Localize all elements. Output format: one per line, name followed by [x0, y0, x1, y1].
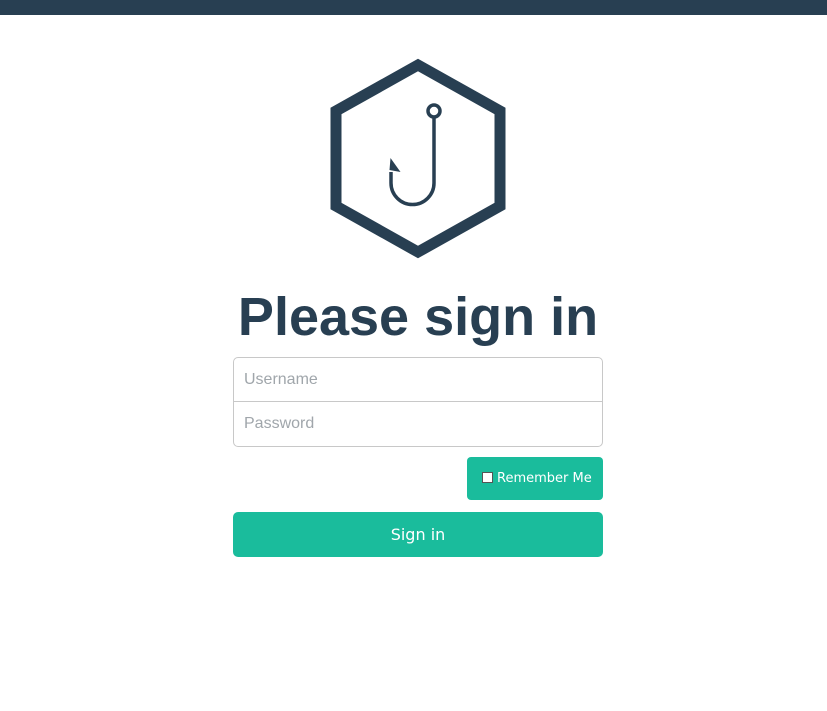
remember-me-label: Remember Me: [497, 471, 592, 486]
hook-icon: [389, 103, 442, 207]
remember-me-button[interactable]: Remember Me: [467, 457, 603, 500]
sign-in-button[interactable]: Sign in: [233, 512, 603, 557]
fishhook-logo-icon: [330, 58, 506, 259]
username-input[interactable]: [233, 357, 603, 402]
page-title: Please sign in: [237, 287, 599, 347]
login-form: Remember Me Sign in: [233, 357, 603, 557]
remember-me-checkbox[interactable]: [482, 471, 493, 483]
top-bar: [0, 0, 827, 15]
hexagon-outline: [330, 58, 506, 259]
password-input[interactable]: [233, 402, 603, 447]
hook-barb-icon: [389, 158, 401, 172]
